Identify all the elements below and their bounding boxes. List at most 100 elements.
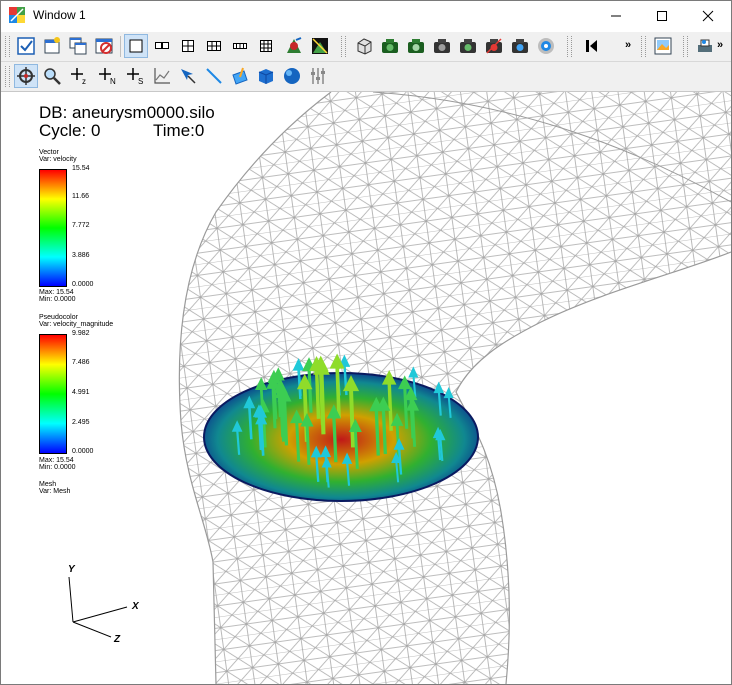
mesh-render <box>68 92 731 684</box>
pseudocolor-tick: 9.982 <box>72 330 90 337</box>
vector-arrow-shaft <box>335 365 341 419</box>
copy-window-button[interactable] <box>66 34 90 58</box>
vector-arrow-shaft <box>374 408 380 456</box>
pseudocolor-tick: 2.495 <box>72 419 90 426</box>
layout-2x3-icon <box>207 41 221 51</box>
camera-button-5[interactable] <box>482 34 506 58</box>
camera-icon <box>434 39 450 53</box>
cycle-label: Cycle: 0 <box>39 121 101 140</box>
print-button[interactable] <box>693 34 717 58</box>
save-image-icon <box>654 37 672 55</box>
box-view-button[interactable] <box>352 34 376 58</box>
toolbar-grip[interactable] <box>5 36 10 57</box>
pseudocolor-legend-min: Min: 0.0000 <box>39 464 76 471</box>
toolbar-overflow-button-2[interactable]: » <box>717 39 723 51</box>
pseudocolor-tick: 0.0000 <box>72 448 94 455</box>
spreadsheet-pick-button[interactable]: S <box>124 64 148 88</box>
pseudocolor-tick: 4.991 <box>72 389 90 396</box>
toolbar-grip[interactable] <box>341 36 346 57</box>
plane-tool-icon <box>232 67 248 85</box>
vector-arrow-shaft <box>295 420 301 462</box>
close-button[interactable] <box>685 1 731 31</box>
animation-step-back-icon <box>586 40 597 52</box>
vector-tick: 7.772 <box>72 222 90 229</box>
new-window-button[interactable] <box>40 34 64 58</box>
triad-x-label: X <box>132 601 139 612</box>
toolbar-grip[interactable] <box>567 36 572 57</box>
axis-restrict-button[interactable] <box>306 64 330 88</box>
lineout-button[interactable] <box>150 64 174 88</box>
vector-arrow-shaft <box>332 415 338 463</box>
box-tool-button[interactable] <box>254 64 278 88</box>
layout-2x3-icon <box>233 43 247 49</box>
toolbar-window: » » <box>1 32 731 62</box>
svg-text:S: S <box>138 77 143 86</box>
toolbar-overflow-button[interactable]: » <box>625 39 631 51</box>
camera-button-6[interactable] <box>508 34 532 58</box>
copy-window-icon <box>69 37 87 55</box>
line-tool-icon <box>206 68 222 84</box>
box-view-icon <box>357 38 372 55</box>
toolbar-grip[interactable] <box>683 36 688 57</box>
camera-icon <box>382 39 398 53</box>
render-viewport[interactable]: DB: aneurysm0000.silo Cycle: 0 Time:0 Ve… <box>1 92 731 684</box>
save-image-button[interactable] <box>651 34 675 58</box>
camera-button-4[interactable] <box>456 34 480 58</box>
camera-icon <box>512 39 528 53</box>
visit-app-icon <box>9 7 25 23</box>
layout-3x3-button[interactable] <box>254 34 278 58</box>
vector-colorbar <box>39 169 67 287</box>
camera-button-2[interactable] <box>404 34 428 58</box>
node-pick-button[interactable]: N <box>96 64 120 88</box>
vector-arrow-shaft <box>387 381 393 431</box>
mesh-legend-var: Var: Mesh <box>39 488 71 495</box>
minimize-button[interactable] <box>593 1 639 31</box>
plane-tool-button[interactable] <box>228 64 252 88</box>
node-pick-icon: N <box>99 68 116 86</box>
plot-add-icon <box>287 37 302 53</box>
vector-tick: 11.66 <box>72 193 89 200</box>
layout-1x1-button[interactable] <box>124 34 148 58</box>
vector-arrow-shaft <box>282 398 289 446</box>
vector-arrow-shaft <box>349 388 355 448</box>
visit-window: Window 1 » » z N S DB: aneurysm0000.silo… <box>0 0 732 685</box>
animation-step-back-button[interactable] <box>579 34 603 58</box>
layout-2x3-button[interactable] <box>202 34 226 58</box>
line-tool-button[interactable] <box>202 64 226 88</box>
new-window-icon <box>44 37 60 54</box>
sphere-tool-button[interactable] <box>280 64 304 88</box>
zone-pick-button[interactable]: z <box>68 64 92 88</box>
layout-1x2-icon <box>155 42 169 49</box>
clear-window-button[interactable] <box>92 34 116 58</box>
navigate-mode-button[interactable] <box>14 64 38 88</box>
vector-arrow-shaft <box>305 423 311 465</box>
title-bar[interactable]: Window 1 <box>1 1 731 31</box>
toolbar-grip[interactable] <box>641 36 646 57</box>
layout-1x2-button[interactable] <box>150 34 174 58</box>
maximize-button[interactable] <box>639 1 685 31</box>
camera-button-7[interactable] <box>534 34 558 58</box>
triad-z-label: Z <box>114 634 121 645</box>
zoom-mode-button[interactable] <box>40 64 64 88</box>
active-window-button[interactable] <box>14 34 38 58</box>
box-tool-icon <box>258 69 274 84</box>
database-label: DB: aneurysm0000.silo <box>39 103 215 122</box>
triad-y-label: Y <box>68 564 75 575</box>
vector-arrow-shaft <box>403 386 409 429</box>
minimize-icon <box>611 15 621 17</box>
svg-text:z: z <box>82 77 86 86</box>
camera-button-1[interactable] <box>378 34 402 58</box>
navigate-mode-icon <box>17 67 35 85</box>
plot-add-button[interactable] <box>282 34 306 58</box>
spreadsheet-pick-icon: S <box>127 68 143 86</box>
layout-2x2-button[interactable] <box>176 34 200 58</box>
axis-triad <box>68 576 128 638</box>
toolbar-grip[interactable] <box>5 66 10 87</box>
layout-2x4-button[interactable] <box>228 34 252 58</box>
pick-arrow-button[interactable] <box>176 64 200 88</box>
vector-arrow-shaft <box>381 407 387 455</box>
svg-text:N: N <box>110 77 116 86</box>
camera-button-3[interactable] <box>430 34 454 58</box>
plot-operator-button[interactable] <box>308 34 332 58</box>
plot-operator-icon <box>312 38 328 54</box>
